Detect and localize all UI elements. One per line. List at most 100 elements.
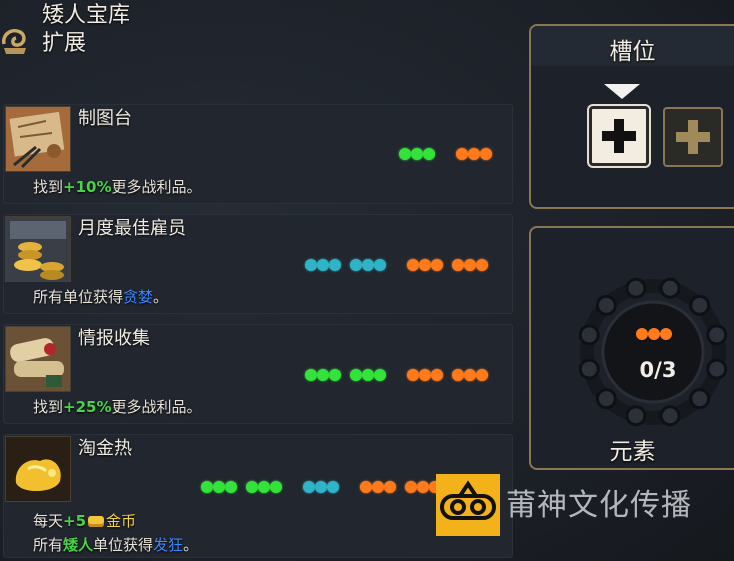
upgrade-card-cartography[interactable]: 制图台 找到+10%更多战利品。 (3, 104, 513, 204)
element-dot (246, 481, 258, 493)
element-dot (384, 481, 396, 493)
slots-panel: 槽位 (529, 24, 734, 209)
element-dot (305, 259, 317, 271)
vault-emblem-icon (0, 24, 30, 58)
element-dot (350, 369, 362, 381)
element-dot (411, 148, 423, 160)
description-segment: 更多战利品。 (111, 398, 202, 416)
description-segment: +10% (63, 178, 112, 196)
description-segment: +5 (63, 512, 87, 530)
card-name: 制图台 (78, 108, 132, 129)
element-dot (360, 481, 372, 493)
slot-1-button[interactable] (589, 106, 649, 166)
description-segment: 金币 (106, 512, 137, 530)
gold-nugget-icon (5, 436, 71, 502)
card-name: 淘金热 (78, 438, 132, 459)
element-dot (374, 369, 386, 381)
element-dot (270, 481, 282, 493)
element-dot (417, 481, 429, 493)
element-group (399, 148, 435, 160)
elements-panel: 0/3 元素 (529, 226, 734, 470)
element-dot (452, 259, 464, 271)
element-ring-icon (578, 277, 728, 427)
ring-node (689, 388, 711, 410)
watermark-text: 莆神文化传播 (506, 488, 692, 523)
element-group (246, 481, 282, 493)
description-segment: 。 (183, 536, 199, 554)
card-name: 月度最佳雇员 (78, 218, 186, 239)
ring-node (706, 358, 728, 380)
element-group (452, 369, 488, 381)
card-description: 找到+10%更多战利品。 (33, 176, 202, 198)
ring-node (578, 358, 600, 380)
ring-node (595, 388, 617, 410)
element-dot (468, 148, 480, 160)
element-dot (329, 259, 341, 271)
plus-icon (676, 120, 710, 154)
element-dot (407, 369, 419, 381)
cartography-table-icon (5, 106, 71, 172)
ring-node (706, 324, 728, 346)
description-segment: 单位获得 (93, 536, 154, 554)
selected-slot-arrow-icon (604, 84, 640, 99)
slot-2-button[interactable] (663, 107, 723, 167)
description-segment: 每天 (33, 512, 64, 530)
page-title: 矮人宝库 扩展 (42, 2, 130, 58)
element-group (350, 259, 386, 271)
element-dot (201, 481, 213, 493)
upgrade-card-employee[interactable]: 月度最佳雇员 所有单位获得贪婪。 (3, 214, 513, 314)
element-dot (258, 481, 270, 493)
element-group (360, 481, 396, 493)
element-dot (329, 369, 341, 381)
element-dot (407, 259, 419, 271)
description-segment: 所有单位获得 (33, 288, 124, 306)
upgrade-card-intel[interactable]: 情报收集 找到+25%更多战利品。 (3, 324, 513, 424)
element-dot (476, 259, 488, 271)
slots-title: 槽位 (609, 39, 656, 65)
element-group (305, 259, 341, 271)
ring-node (659, 277, 681, 299)
watermark-logo (436, 474, 500, 536)
element-dot (476, 369, 488, 381)
description-segment: 更多战利品。 (111, 178, 202, 196)
ring-node (625, 277, 647, 299)
title-line-1: 矮人宝库 (42, 3, 131, 28)
element-dot (464, 259, 476, 271)
ring-node (595, 294, 617, 316)
ring-node (689, 294, 711, 316)
card-description: 找到+25%更多战利品。 (33, 396, 202, 418)
element-group (350, 369, 386, 381)
element-dot (456, 148, 468, 160)
element-group (201, 481, 237, 493)
description-segment: 所有 (33, 536, 64, 554)
ring-node (578, 324, 600, 346)
element-cost-icon (636, 328, 672, 340)
element-dot (317, 369, 329, 381)
scrolls-icon (5, 326, 71, 392)
element-dot (464, 369, 476, 381)
coin-icon (88, 516, 105, 527)
element-cost (399, 148, 501, 160)
element-dot (636, 328, 648, 340)
gold-coins-icon (5, 216, 71, 282)
element-group (407, 259, 443, 271)
element-dot (419, 259, 431, 271)
plus-icon (602, 119, 636, 153)
ring-node (659, 405, 681, 427)
element-group (305, 369, 341, 381)
description-segment: 找到 (33, 178, 64, 196)
element-dot (372, 481, 384, 493)
element-count: 0/3 (639, 358, 677, 382)
element-dot (374, 259, 386, 271)
elements-title: 元素 (609, 439, 656, 465)
element-dot (431, 369, 443, 381)
element-dot (305, 369, 317, 381)
element-dot (452, 369, 464, 381)
element-group (303, 481, 339, 493)
element-dot (480, 148, 492, 160)
element-group (452, 259, 488, 271)
element-dot (303, 481, 315, 493)
card-name: 情报收集 (78, 328, 150, 349)
element-dot (660, 328, 672, 340)
description-segment: +25% (63, 398, 112, 416)
